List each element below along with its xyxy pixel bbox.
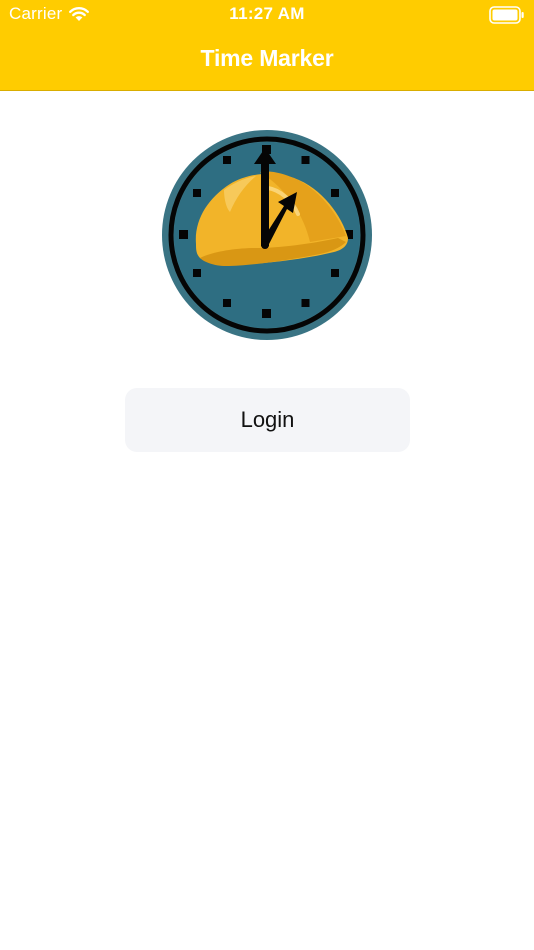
- top-bar: Carrier 11:27 AM Time Marker: [0, 0, 534, 91]
- nav-title: Time Marker: [200, 45, 334, 71]
- battery-icon: [489, 6, 524, 24]
- hardhat-clock-logo: [162, 130, 372, 340]
- login-screen: Carrier 11:27 AM Time Marker Login: [0, 0, 534, 950]
- status-time: 11:27 AM: [229, 4, 305, 23]
- status-bar: Carrier 11:27 AM: [0, 0, 534, 30]
- login-button[interactable]: Login: [125, 388, 410, 452]
